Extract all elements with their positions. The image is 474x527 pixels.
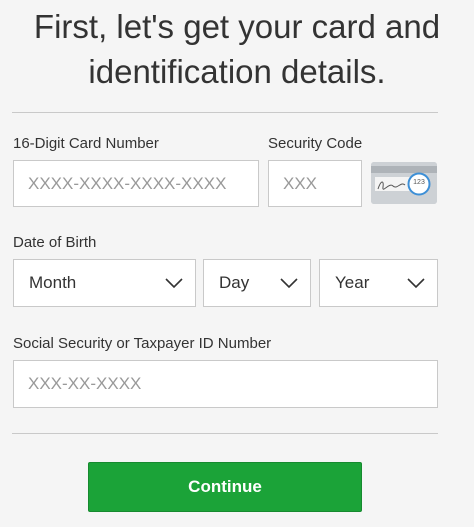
- month-select[interactable]: Month: [13, 259, 196, 307]
- card-hint-number: 123: [413, 179, 425, 186]
- chevron-down-icon: [280, 277, 298, 289]
- card-number-input[interactable]: [13, 160, 259, 207]
- heading-line-2: identification details.: [88, 53, 386, 90]
- card-back-security-code-icon: 123: [371, 162, 437, 204]
- bottom-divider: [12, 433, 438, 434]
- page-heading: First, let's get your card and identific…: [0, 4, 474, 94]
- month-select-value: Month: [29, 273, 77, 292]
- day-select[interactable]: Day: [203, 259, 311, 307]
- ssn-input[interactable]: [13, 360, 438, 408]
- date-of-birth-label: Date of Birth: [13, 234, 97, 251]
- heading-line-1: First, let's get your card and: [33, 8, 441, 45]
- year-select-value: Year: [335, 273, 370, 292]
- ssn-label: Social Security or Taxpayer ID Number: [13, 335, 272, 352]
- day-select-value: Day: [219, 273, 250, 292]
- continue-button[interactable]: Continue: [88, 462, 362, 512]
- security-code-input[interactable]: [268, 160, 362, 207]
- chevron-down-icon: [165, 277, 183, 289]
- top-divider: [12, 112, 438, 113]
- security-code-label: Security Code: [268, 135, 363, 152]
- chevron-down-icon: [407, 277, 425, 289]
- card-number-label: 16-Digit Card Number: [13, 135, 159, 152]
- year-select[interactable]: Year: [319, 259, 438, 307]
